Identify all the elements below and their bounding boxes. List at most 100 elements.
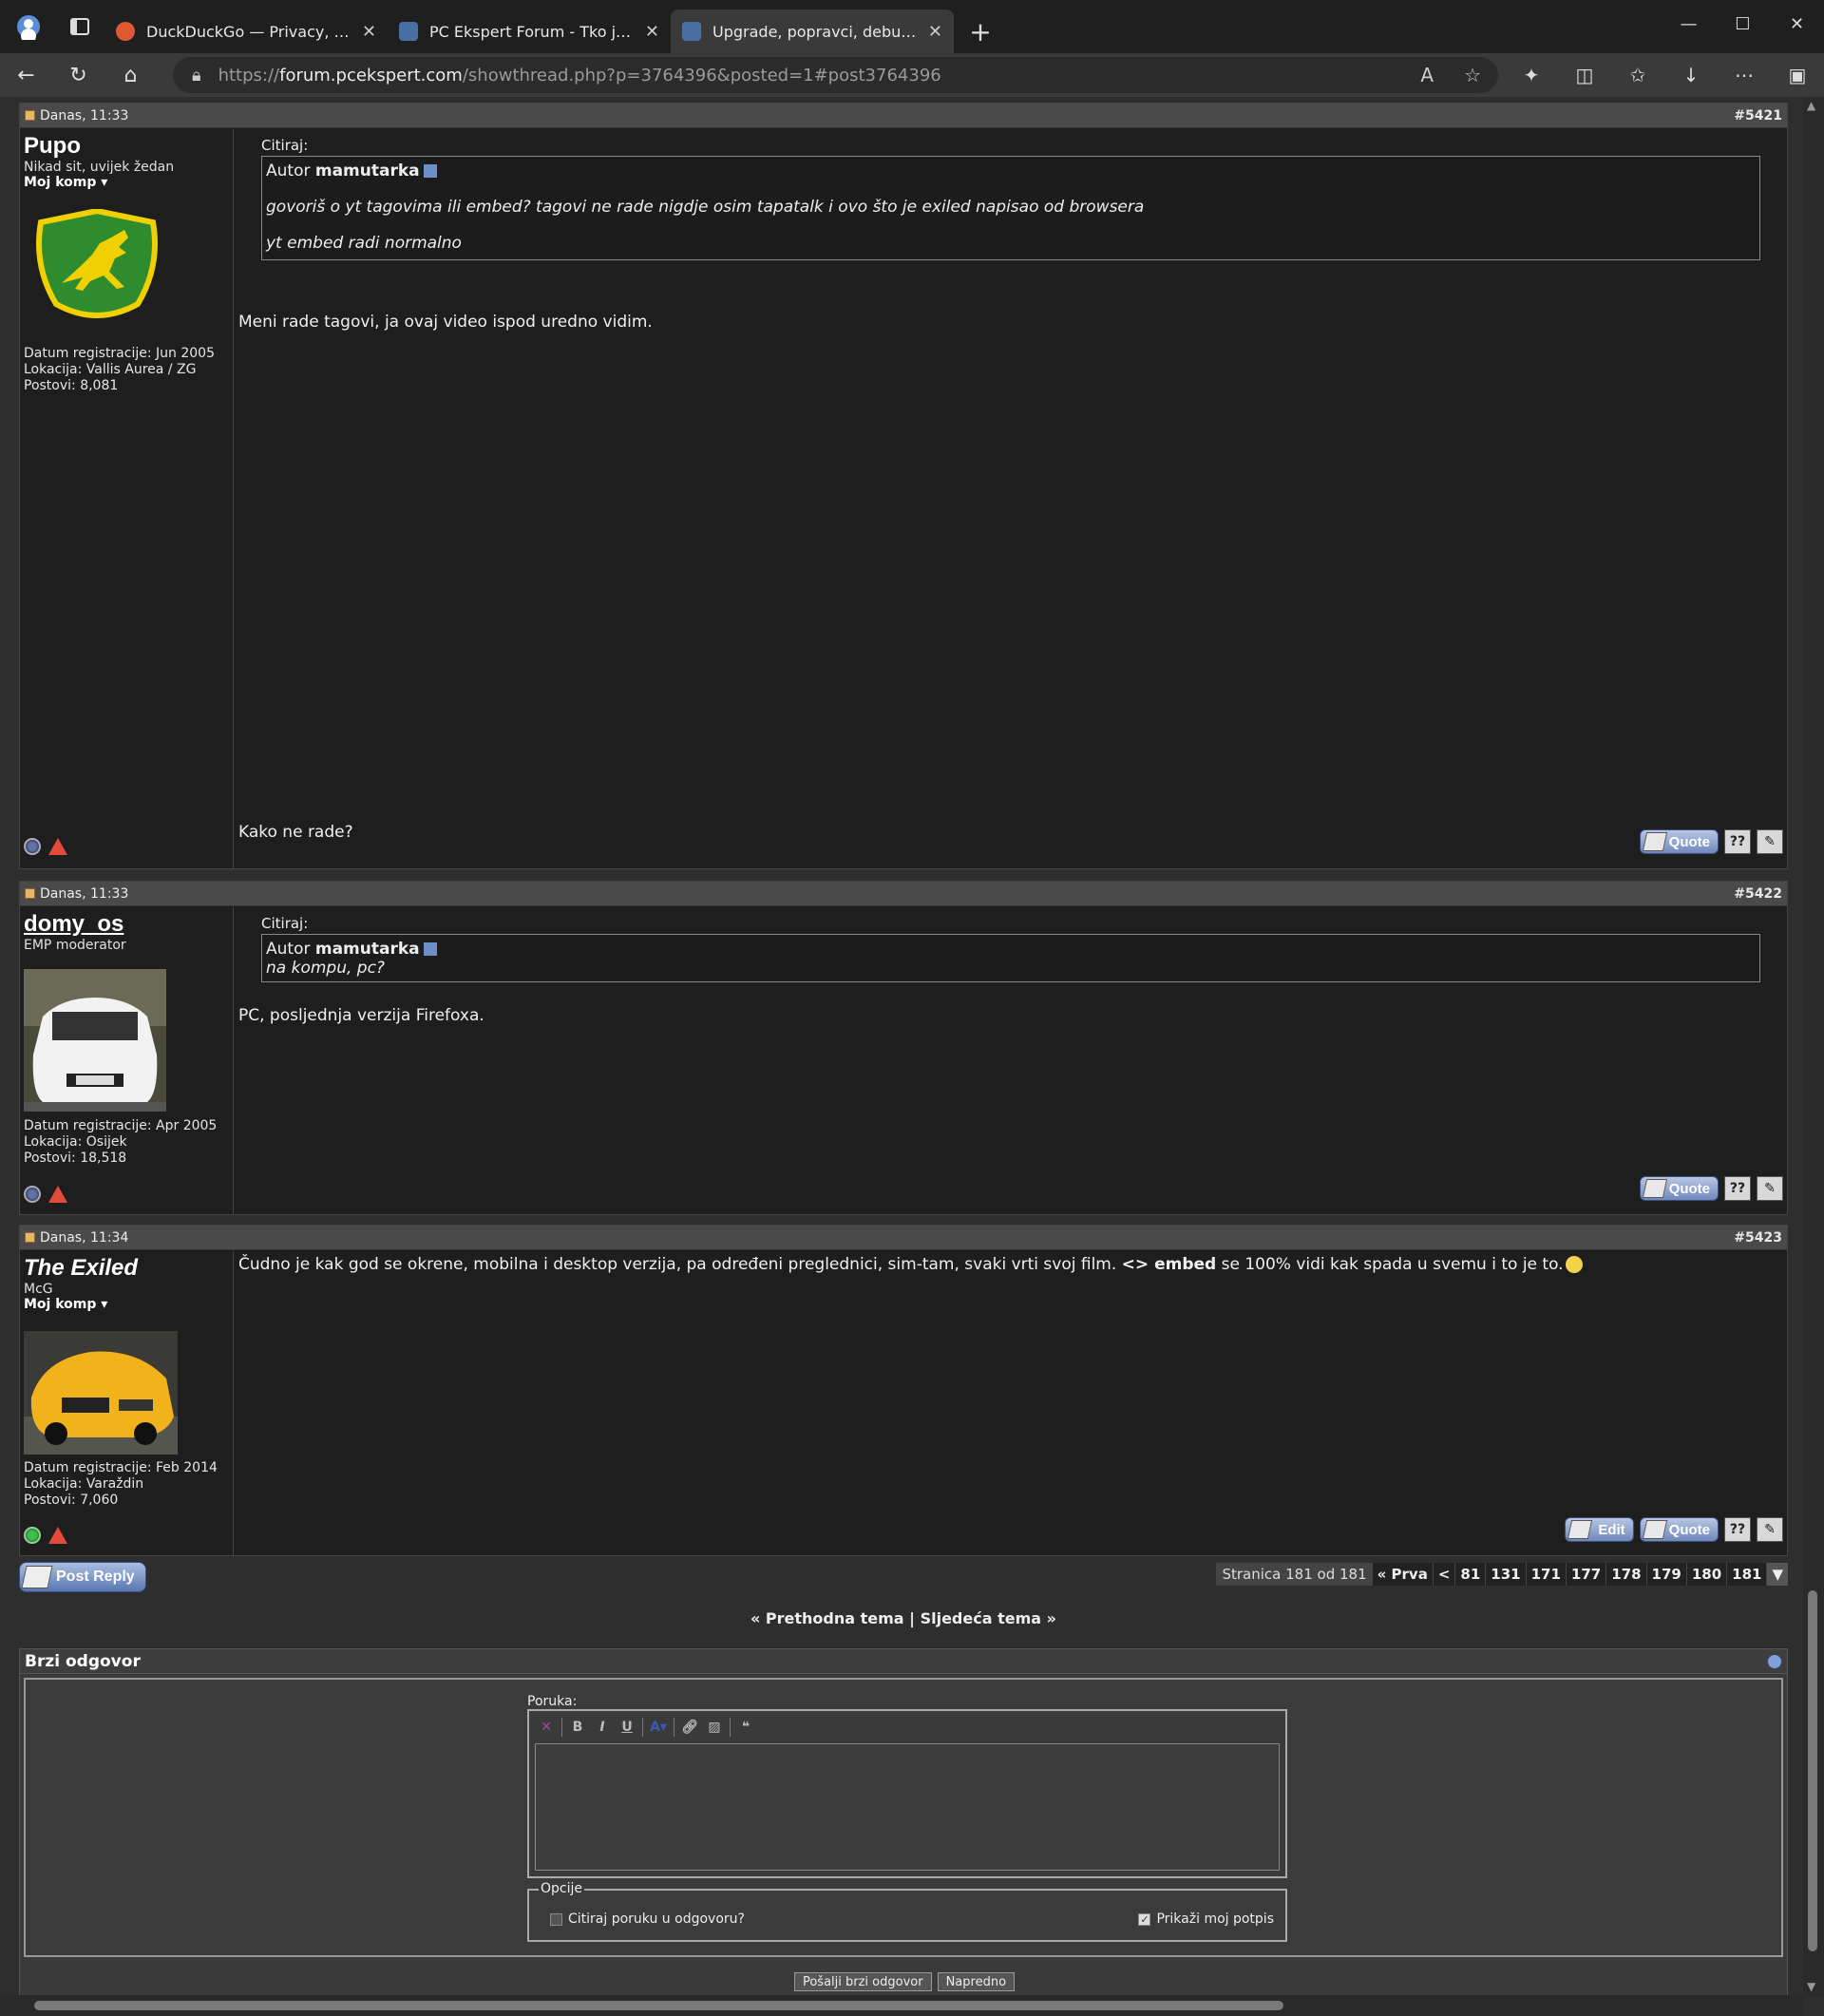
post-text-part: Čudno je kak god se okrene, mobilna i de… [238,1255,1122,1274]
quote-option[interactable]: Citiraj poruku u odgovoru? [550,1911,745,1927]
collapse-icon[interactable] [1767,1653,1782,1669]
username[interactable]: Pupo [24,133,229,160]
wrap-quote-icon[interactable]: ❝ [736,1718,755,1737]
post-date-text: Danas, 11:33 [40,107,129,124]
post-text: PC, posljednja verzija Firefoxa. [238,1006,484,1025]
current-page: 181 [1726,1563,1767,1586]
quick-reply-icon[interactable]: ✎ [1757,1517,1783,1542]
user-stats: Datum registracije: Feb 2014 Lokacija: V… [24,1460,218,1509]
submit-quick-reply-button[interactable]: Pošalji brzi odgovor [793,1972,932,1991]
extensions-icon[interactable]: ✦ [1505,53,1558,97]
italic-icon[interactable]: I [593,1718,612,1737]
quote-checkbox[interactable] [550,1912,562,1926]
close-window-icon[interactable]: ✕ [1770,0,1824,48]
edit-button-label: Edit [1598,1521,1625,1538]
page-link[interactable]: 180 [1685,1563,1727,1586]
font-color-icon[interactable]: A▾ [649,1718,668,1737]
multi-quote-icon[interactable]: ?? [1724,1517,1751,1542]
my-komp-link[interactable]: Moj komp ▾ [24,175,229,190]
refresh-icon[interactable]: ↻ [52,56,104,94]
maximize-icon[interactable]: ☐ [1716,0,1770,48]
view-post-arrow-icon[interactable] [423,942,437,956]
my-komp-link[interactable]: Moj komp ▾ [24,1297,229,1312]
post-number[interactable]: #5421 [1734,108,1782,124]
page-link[interactable]: 131 [1485,1563,1526,1586]
scrollbar-thumb[interactable] [1808,1590,1817,1951]
quick-reply-icon[interactable]: ✎ [1757,829,1783,854]
back-icon[interactable]: ← [0,56,52,94]
post-number[interactable]: #5423 [1734,1230,1782,1246]
minimize-icon[interactable]: — [1662,0,1716,48]
favorites-icon[interactable]: ✩ [1611,53,1664,97]
post-reply-button[interactable]: Post Reply [19,1562,146,1592]
multi-quote-icon[interactable]: ?? [1724,1176,1751,1201]
quote-button[interactable]: Quote [1639,1176,1719,1201]
underline-icon[interactable]: U [618,1718,636,1737]
dropdown-arrow-icon: ▾ [101,175,108,190]
post-5421: Danas, 11:33 #5421 Pupo Nikad sit, uvije… [19,103,1788,869]
remove-format-icon[interactable]: ✕ [537,1718,556,1737]
scrollbar-thumb[interactable] [34,2001,1283,2010]
downloads-icon[interactable]: ↓ [1664,53,1718,97]
scroll-down-icon[interactable]: ▼ [1807,1980,1815,1993]
post-5423: Danas, 11:34 #5423 The Exiled McG Moj ko… [19,1225,1788,1556]
tab-duckduckgo[interactable]: DuckDuckGo — Privacy, simplified. ✕ [104,10,388,53]
tab-actions-icon[interactable] [66,13,93,40]
vertical-scrollbar[interactable]: ▲ ▼ [1803,97,1824,1997]
message-textarea[interactable] [535,1743,1280,1871]
pcekspert-favicon-icon [682,22,701,41]
duckduckgo-favicon-icon [116,22,135,41]
read-aloud-icon[interactable]: A [1420,64,1434,86]
username[interactable]: The Exiled [24,1255,229,1282]
address-bar[interactable]: 🔒︎ https://forum.pcekspert.com/showthrea… [173,57,1498,93]
toolbar-separator [642,1718,643,1737]
post-date: Danas, 11:34 [25,1230,128,1246]
bold-icon[interactable]: B [568,1718,587,1737]
scroll-up-icon[interactable]: ▲ [1807,99,1815,112]
view-post-arrow-icon[interactable] [423,164,437,178]
page-link[interactable]: 171 [1525,1563,1566,1586]
lock-icon[interactable]: 🔒︎ [192,66,201,86]
split-screen-icon[interactable]: ◫ [1558,53,1611,97]
edit-button[interactable]: Edit [1565,1517,1634,1542]
signature-checkbox[interactable]: ✓ [1138,1912,1151,1926]
quote-button-label: Quote [1668,1180,1710,1197]
close-icon[interactable]: ✕ [645,22,659,42]
report-post-icon[interactable] [48,1186,67,1203]
insert-link-icon[interactable]: 🔗︎ [680,1718,699,1737]
quote-button[interactable]: Quote [1639,1517,1719,1542]
post-number[interactable]: #5422 [1734,886,1782,902]
avatar [24,969,166,1115]
page-link[interactable]: 178 [1606,1563,1646,1586]
page-link[interactable]: 81 [1454,1563,1486,1586]
offline-status-icon [24,838,41,855]
quote-box: Autor mamutarka na kompu, pc? [261,934,1760,982]
close-icon[interactable]: ✕ [362,22,376,42]
username[interactable]: domy_os [24,911,229,938]
new-tab-button[interactable]: + [954,10,1007,53]
horizontal-scrollbar[interactable] [0,1995,1803,2016]
page-jump-dropdown-icon[interactable]: ▼ [1766,1563,1788,1586]
home-icon[interactable]: ⌂ [104,56,157,94]
signature-option[interactable]: ✓ Prikaži moj potpis [1138,1911,1274,1927]
sidebar-icon[interactable]: ▣ [1771,53,1824,97]
first-page-link[interactable]: « Prva [1371,1563,1433,1586]
user-post-count: Postovi: 8,081 [24,378,119,393]
quote-button[interactable]: Quote [1639,829,1719,854]
close-icon[interactable]: ✕ [928,22,942,42]
page-link[interactable]: 177 [1565,1563,1606,1586]
more-icon[interactable]: ⋯ [1718,53,1771,97]
insert-image-icon[interactable]: ▨ [705,1718,724,1737]
multi-quote-icon[interactable]: ?? [1724,829,1751,854]
prev-page-link[interactable]: < [1432,1563,1455,1586]
favorite-star-icon[interactable]: ☆ [1464,64,1481,86]
tab-tko-je-online[interactable]: PC Ekspert Forum - Tko je online ✕ [388,10,671,53]
tab-upgrade-popravci[interactable]: Upgrade, popravci, debugiranje... ✕ [671,10,954,53]
profile-icon[interactable] [15,13,42,40]
report-post-icon[interactable] [48,1527,67,1544]
page-link[interactable]: 179 [1645,1563,1686,1586]
thread-navigation[interactable]: « Prethodna tema | Sljedeća tema » [19,1609,1788,1627]
advanced-button[interactable]: Napredno [937,1972,1016,1991]
report-post-icon[interactable] [48,838,67,855]
quick-reply-icon[interactable]: ✎ [1757,1176,1783,1201]
